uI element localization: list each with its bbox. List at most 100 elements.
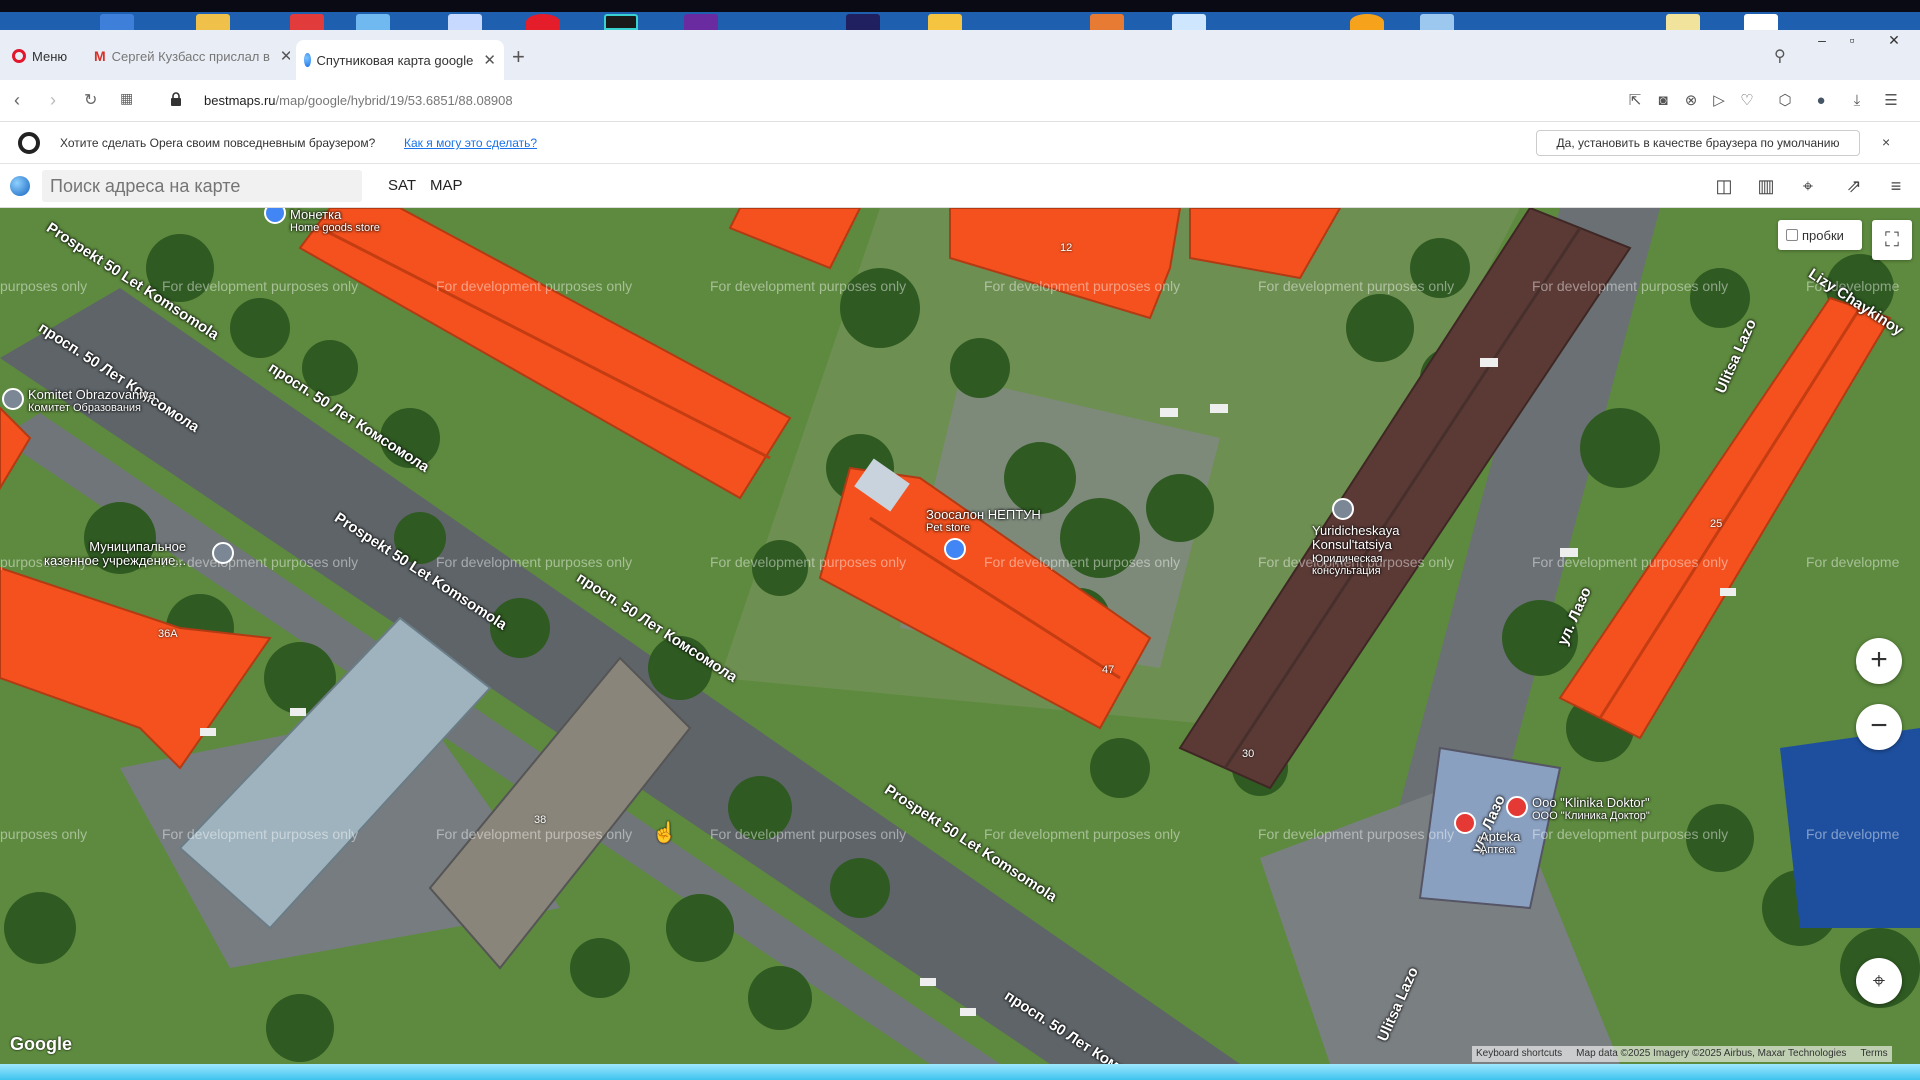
poi-label[interactable]: Ooo "Klinika Doktor" ООО "Клиника Доктор… [1532,795,1650,823]
sat-button[interactable]: SAT [388,177,416,194]
google-logo: Google [10,1034,72,1054]
poi-subtitle: ООО "Клиника Доктор" [1532,810,1650,823]
dev-watermark: For development purposes only [436,278,633,294]
location-pin-icon[interactable]: ⌖ [1796,174,1820,198]
forward-arrow-icon[interactable]: › [50,90,56,111]
url-field[interactable]: bestmaps.ru/map/google/hybrid/19/53.6851… [204,93,513,108]
camera-icon[interactable]: ◙ [1654,92,1672,110]
desktop-app-icon[interactable] [1090,14,1124,30]
zoom-out-button[interactable]: − [1856,704,1902,750]
desktop-app-icon[interactable] [1744,14,1778,30]
tab-satellite-map[interactable]: Спутниковая карта google ✕ [296,40,504,80]
keyboard-shortcuts-link[interactable]: Keyboard shortcuts [1476,1046,1562,1062]
columns-view-icon[interactable]: ▥ [1754,174,1778,198]
desktop-app-icon[interactable] [604,14,638,30]
minimize-button[interactable]: – [1808,32,1836,50]
site-logo-icon[interactable] [10,176,30,196]
dev-watermark: purposes only [0,826,88,842]
desktop-app-icon[interactable] [290,14,324,30]
poi-label[interactable]: Зоосалон НЕПТУН Pet store [926,507,1041,535]
desktop-app-icon[interactable] [928,14,962,30]
tab-search-icon[interactable]: ⚲ [1774,46,1786,66]
dev-watermark: For development purposes only [162,826,359,842]
house-number: 12 [1060,242,1073,254]
desktop-app-icon[interactable] [1350,14,1384,30]
notice-help-link[interactable]: Как я могу это сделать? [404,136,537,150]
close-tab-icon[interactable]: ✕ [483,51,496,69]
traffic-checkbox[interactable] [1786,229,1798,241]
map-toolbar: SAT MAP ◫ ▥ ⌖ ⇗ ≡ [0,164,1920,208]
tab-label: Сергей Кузбасс прислал в [111,48,270,64]
dev-watermark: For development purposes only [984,826,1181,842]
notice-close-icon[interactable]: × [1882,134,1890,150]
pharmacy-pin-icon[interactable] [1454,812,1476,834]
send-icon[interactable]: ▷ [1710,92,1728,110]
pet-store-pin-icon[interactable] [944,538,966,560]
desktop-app-icon[interactable] [1666,14,1700,30]
menu-icon[interactable]: ≡ [1884,174,1908,198]
set-default-button[interactable]: Да, установить в качестве браузера по ум… [1536,130,1860,156]
dev-watermark: For development purposes only [984,554,1181,570]
traffic-toggle[interactable]: пробки [1778,220,1862,250]
zoom-in-button[interactable]: + [1856,638,1902,684]
extensions-cube-icon[interactable]: ⬡ [1776,92,1794,110]
government-pin-icon[interactable] [212,542,234,564]
tab-label: Спутниковая карта google [316,52,474,68]
profile-icon[interactable]: ● [1812,92,1830,110]
desktop-app-icon[interactable] [526,14,560,30]
maximize-button[interactable]: ▫ [1838,32,1866,50]
tabs-grid-icon[interactable]: ▦ [120,90,133,107]
fullscreen-icon[interactable]: ⛶ [1872,220,1912,260]
dev-watermark: For development purposes only [984,278,1181,294]
dev-watermark: For development purposes only [1532,278,1729,294]
satellite-map[interactable]: purposes only For development purposes o… [0,208,1920,1064]
close-window-button[interactable]: ✕ [1880,32,1908,50]
address-search-input[interactable] [42,170,362,202]
tab-gmail[interactable]: M Сергей Кузбасс прислал в ✕ [86,40,290,72]
desktop-app-icon[interactable] [448,14,482,30]
adblock-icon[interactable]: ⊗ [1682,92,1700,110]
download-icon[interactable]: ⤓ [1848,92,1866,110]
tab-menu[interactable]: Меню [4,40,84,72]
dev-watermark: For development purposes only [710,826,907,842]
desktop-app-icon[interactable] [1172,14,1206,30]
map-button[interactable]: MAP [430,177,463,194]
poi-name: Komitet Obrazovaniya [28,387,156,402]
desktop-app-icon[interactable] [684,14,718,30]
desktop-app-icon[interactable] [1420,14,1454,30]
desktop-app-icon[interactable] [100,14,134,30]
house-number: 30 [1242,748,1255,760]
heart-icon[interactable]: ♡ [1738,92,1756,110]
easy-setup-icon[interactable]: ☰ [1882,92,1900,110]
terms-link[interactable]: Terms [1860,1046,1887,1062]
dev-watermark: purposes only [0,278,88,294]
close-tab-icon[interactable]: ✕ [280,47,290,65]
clinic-pin-icon[interactable] [1506,796,1528,818]
split-view-icon[interactable]: ◫ [1712,174,1736,198]
poi-label[interactable]: Муниципальное казенное учреждение... [44,539,187,569]
dev-watermark: For development purposes only [1258,278,1455,294]
poi-label[interactable]: Apteka Аптека [1480,829,1520,856]
share-icon[interactable]: ⇱ [1626,92,1644,110]
poi-label[interactable]: Komitet Obrazovaniya Комитет Образования [28,387,156,415]
back-arrow-icon[interactable]: ‹ [14,90,20,111]
new-tab-button[interactable]: + [512,44,525,70]
desktop-app-icon[interactable] [196,14,230,30]
government-pin-icon[interactable] [2,388,24,410]
external-link-icon[interactable]: ⇗ [1842,174,1866,198]
desktop-app-icon[interactable] [846,14,880,30]
poi-subtitle: Юридическая консультация [1312,552,1383,577]
poi-subtitle: Комитет Образования [28,402,142,415]
poi-label[interactable]: Монетка Home goods store [290,208,380,234]
poi-label[interactable]: Yuridicheskaya Konsul'tatsiya Юридическа… [1312,523,1422,577]
traffic-label: пробки [1802,227,1844,243]
my-location-icon[interactable]: ⌖ [1856,958,1902,1004]
poi-subtitle: Pet store [926,522,971,535]
desktop-app-icon[interactable] [356,14,390,30]
poi-subtitle: казенное учреждение... [44,553,187,569]
screen: Меню M Сергей Кузбасс прислал в ✕ Спутни… [0,0,1920,1080]
dev-watermark: For developme [1806,826,1900,842]
map-attribution: Keyboard shortcuts Map data ©2025 Imager… [1472,1046,1892,1062]
reload-icon[interactable]: ↻ [84,90,97,110]
legal-pin-icon[interactable] [1332,498,1354,520]
